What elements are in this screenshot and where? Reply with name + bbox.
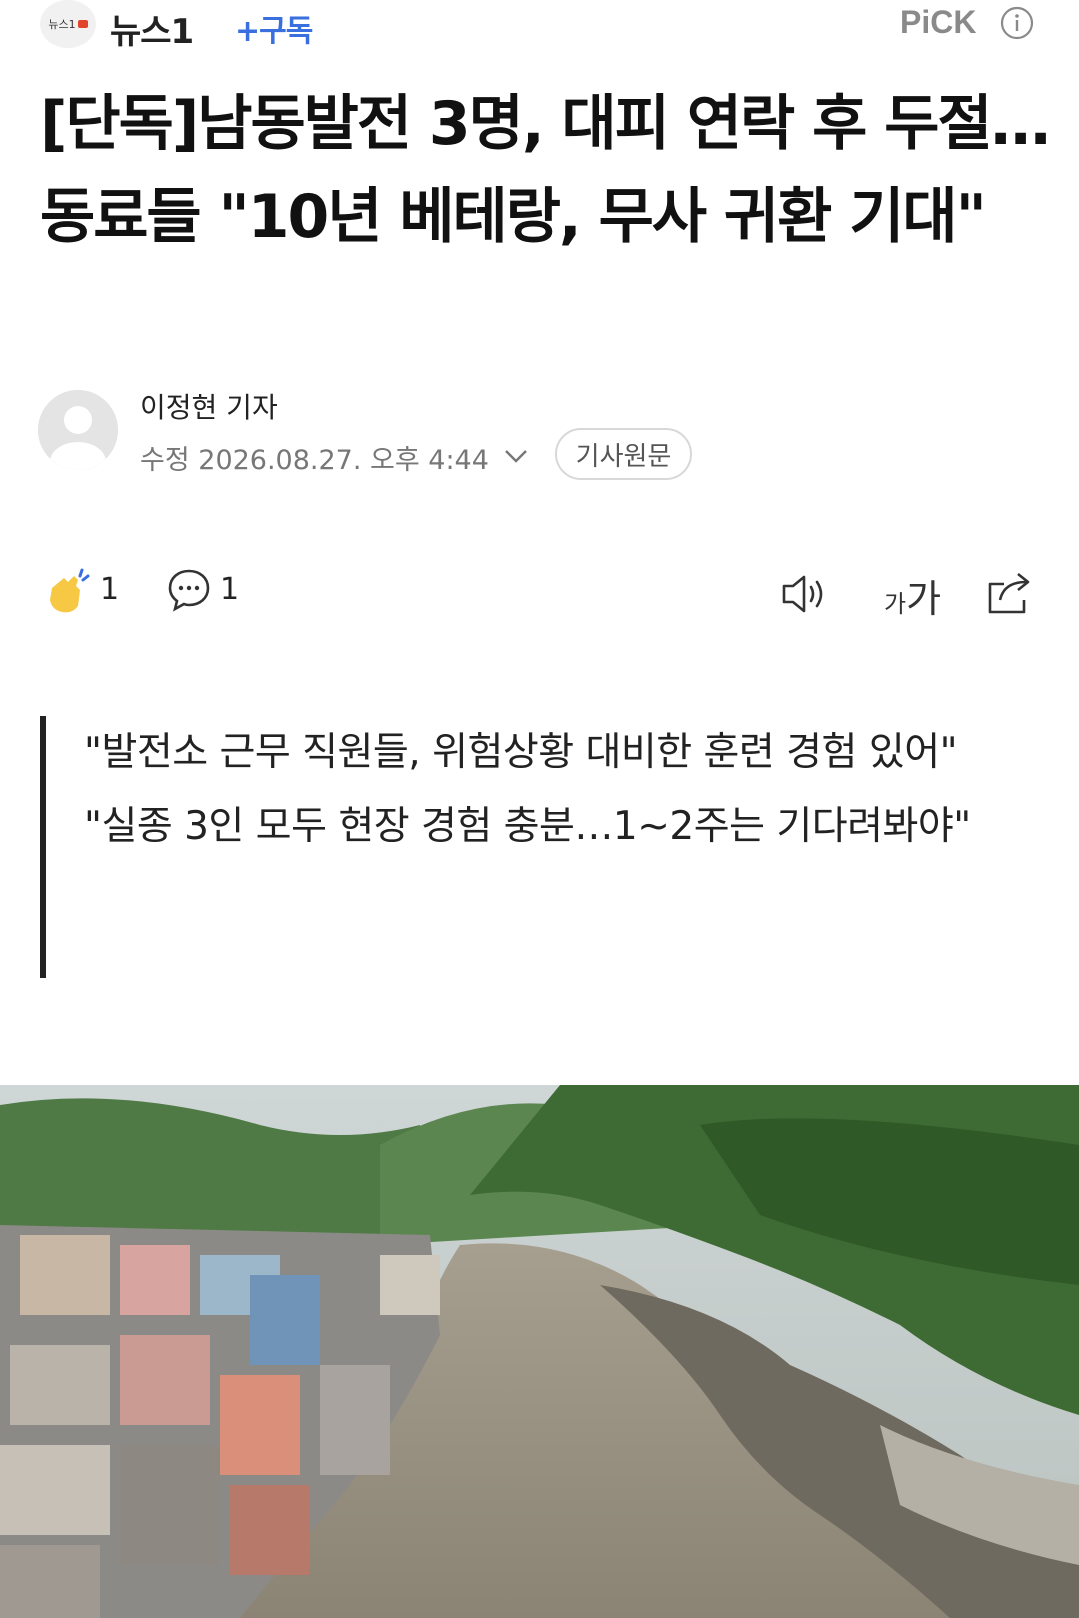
original-article-button[interactable]: 기사원문 — [555, 428, 692, 480]
action-bar: 1 1 가가 — [0, 560, 1079, 623]
press-logo[interactable]: 뉴스1 — [40, 0, 96, 48]
flood-river-photo — [0, 1085, 1079, 1618]
comment-count: 1 — [220, 572, 240, 607]
speaker-icon[interactable] — [780, 572, 832, 616]
article-title: [단독]남동발전 3명, 대피 연락 후 두절…동료들 "10년 베테랑, 무사… — [40, 89, 1051, 252]
pick-label: PiCK — [900, 4, 977, 40]
clap-like-icon[interactable] — [44, 566, 94, 616]
font-size-icon[interactable]: 가가 — [884, 568, 941, 623]
article-header: 뉴스1 뉴스1 +구독 PiCK — [0, 0, 1079, 60]
press-logo-text: 뉴스1 — [48, 18, 76, 31]
like-count: 1 — [100, 572, 120, 607]
summary-line-1: "발전소 근무 직원들, 위험상황 대비한 훈련 경험 있어" — [84, 730, 958, 775]
default-avatar-icon — [38, 390, 118, 470]
info-icon[interactable] — [1000, 6, 1034, 40]
press-logo-mark — [77, 20, 88, 28]
share-icon[interactable] — [984, 568, 1036, 618]
reporter-name[interactable]: 이정현 기자 — [140, 386, 278, 426]
reporter-avatar[interactable] — [38, 390, 118, 470]
article-summary: "발전소 근무 직원들, 위험상황 대비한 훈련 경험 있어" "실종 3인 모… — [40, 716, 1000, 978]
font-small-label: 가 — [884, 590, 907, 618]
subscribe-button[interactable]: +구독 — [235, 6, 313, 50]
press-name[interactable]: 뉴스1 — [110, 4, 194, 53]
article-photo[interactable] — [0, 1085, 1079, 1618]
comment-bubble-icon[interactable] — [166, 568, 212, 612]
font-large-label: 가 — [906, 577, 942, 621]
chevron-down-icon[interactable] — [503, 446, 529, 466]
summary-line-2: "실종 3인 모두 현장 경험 충분…1~2주는 기다려봐야" — [84, 804, 971, 849]
article-date: 수정 2026.08.27. 오후 4:44 — [140, 445, 489, 476]
